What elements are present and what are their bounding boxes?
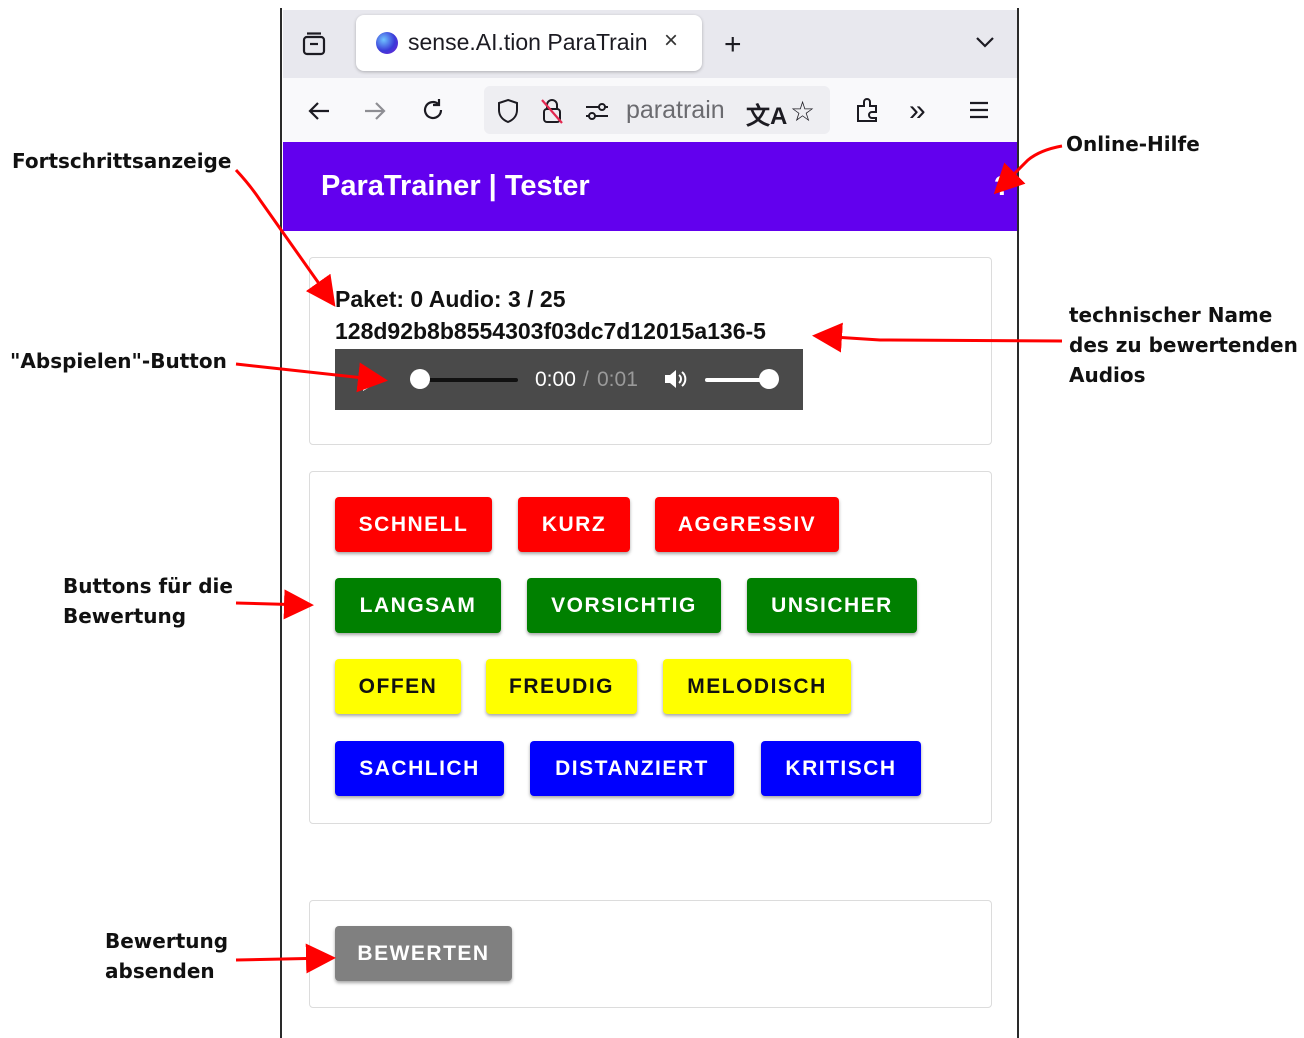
arrow-submit: [235, 943, 336, 974]
arrow-rating-buttons: [235, 589, 314, 620]
arrow-progress: [234, 168, 336, 307]
arrow-play-button: [235, 362, 388, 393]
arrow-online-help: [993, 144, 1063, 195]
annotation-arrows: [234, 144, 1063, 974]
arrow-audio-name: [812, 322, 1063, 353]
